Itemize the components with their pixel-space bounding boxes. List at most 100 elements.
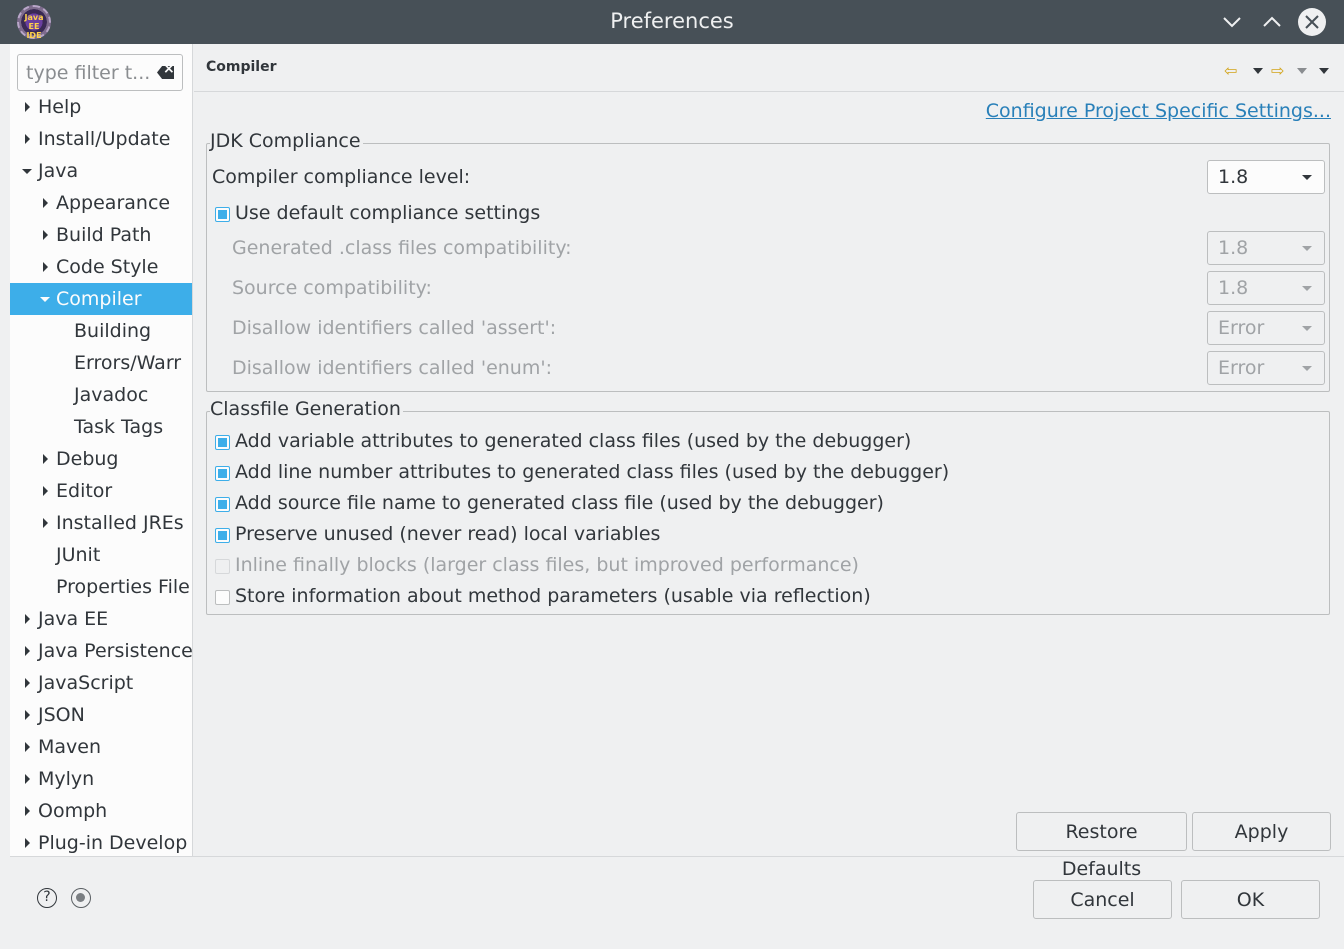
tree-item-label: Errors/Warr — [74, 352, 182, 374]
tree-item[interactable]: Mylyn — [10, 763, 192, 795]
preferences-tree: Help Install/Update Java Appearance Build Pa… — [10, 91, 193, 856]
tree-item[interactable]: Code Style — [10, 251, 192, 283]
tree-item-label: Task Tags — [74, 416, 164, 438]
view-menu-icon[interactable] — [1319, 68, 1329, 74]
classfile-option-checkbox[interactable] — [215, 435, 230, 450]
expand-arrow-right-icon[interactable] — [25, 806, 30, 816]
use-default-compliance-checkbox[interactable] — [215, 207, 230, 222]
page-header: Compiler ⇦ ⇨ — [194, 44, 1344, 92]
expand-arrow-right-icon[interactable] — [43, 230, 48, 240]
classfile-option-checkbox[interactable] — [215, 466, 230, 481]
tree-item[interactable]: Properties File — [10, 571, 192, 603]
tree-item-label: Install/Update — [38, 128, 171, 150]
compliance-level-value: 1.8 — [1218, 166, 1249, 188]
expand-arrow-right-icon[interactable] — [25, 742, 30, 752]
tree-item-label: Java EE — [38, 608, 109, 630]
clear-filter-icon[interactable] — [157, 66, 174, 79]
tree-item-label: Javadoc — [74, 384, 149, 406]
tree-item[interactable]: JSON — [10, 699, 192, 731]
compliance-level-combo[interactable]: 1.8 — [1207, 160, 1325, 194]
restore-defaults-button[interactable]: Restore Defaults — [1016, 812, 1187, 880]
tree-item[interactable]: Oomph — [10, 795, 192, 827]
tree-item[interactable]: Javadoc — [10, 379, 192, 411]
disallow-enum-combo[interactable]: Error — [1207, 351, 1325, 385]
tree-item-label: Code Style — [56, 256, 159, 278]
generated-compatibility-value: 1.8 — [1218, 237, 1249, 259]
tree-item-label: Plug-in Develop — [38, 832, 188, 854]
tree-item[interactable]: Debug — [10, 443, 192, 475]
disallow-enum-value: Error — [1218, 357, 1265, 379]
record-macro-icon[interactable] — [71, 888, 91, 908]
tree-item-label: JUnit — [56, 544, 101, 566]
expand-arrow-right-icon[interactable] — [25, 102, 30, 112]
help-icon[interactable]: ? — [37, 888, 57, 908]
expand-arrow-right-icon[interactable] — [43, 454, 48, 464]
preferences-tree-panel: Help Install/Update Java Appearance Build Pa… — [10, 44, 193, 856]
cancel-button[interactable]: Cancel — [1033, 880, 1172, 919]
configure-project-specific-link[interactable]: Configure Project Specific Settings... — [986, 100, 1331, 122]
expand-arrow-right-icon[interactable] — [43, 486, 48, 496]
tree-item[interactable]: Installed JREs — [10, 507, 192, 539]
filter-input[interactable] — [18, 55, 154, 90]
minimize-button[interactable] — [1218, 8, 1246, 36]
forward-menu-dropdown-icon[interactable] — [1297, 68, 1307, 74]
expand-arrow-right-icon[interactable] — [25, 134, 30, 144]
expand-arrow-right-icon[interactable] — [25, 614, 30, 624]
generated-compatibility-label: Generated .class files compatibility: — [232, 237, 572, 259]
tree-item-label: Java — [38, 160, 79, 182]
expand-arrow-right-icon[interactable] — [43, 198, 48, 208]
tree-item[interactable]: Errors/Warr — [10, 347, 192, 379]
maximize-button[interactable] — [1258, 8, 1286, 36]
tree-item[interactable]: Appearance — [10, 187, 192, 219]
back-menu-dropdown-icon[interactable] — [1253, 68, 1263, 74]
classfile-option-checkbox[interactable] — [215, 528, 230, 543]
expand-arrow-right-icon[interactable] — [25, 774, 30, 784]
classfile-generation-title: Classfile Generation — [210, 398, 403, 420]
generated-compatibility-combo[interactable]: 1.8 — [1207, 231, 1325, 265]
chevron-down-icon — [1302, 175, 1312, 180]
expand-arrow-right-icon[interactable] — [43, 518, 48, 528]
source-compatibility-combo[interactable]: 1.8 — [1207, 271, 1325, 305]
expand-arrow-right-icon[interactable] — [25, 678, 30, 688]
expand-arrow-right-icon[interactable] — [25, 710, 30, 720]
tree-item[interactable]: Compiler — [10, 283, 192, 315]
ok-button[interactable]: OK — [1181, 880, 1320, 919]
tree-item[interactable]: Task Tags — [10, 411, 192, 443]
classfile-option-label: Preserve unused (never read) local varia… — [235, 523, 661, 545]
classfile-option-checkbox[interactable] — [215, 590, 230, 605]
tree-item[interactable]: JavaScript — [10, 667, 192, 699]
expand-arrow-down-icon[interactable] — [22, 169, 32, 174]
close-button[interactable] — [1298, 8, 1326, 36]
tree-item-label: Help — [38, 96, 82, 118]
tree-item[interactable]: Plug-in Develop — [10, 827, 192, 856]
chevron-up-icon — [1263, 16, 1281, 27]
tree-item[interactable]: JUnit — [10, 539, 192, 571]
classfile-option-label: Add variable attributes to generated cla… — [235, 430, 912, 452]
classfile-option-checkbox — [215, 559, 230, 574]
expand-arrow-right-icon[interactable] — [25, 646, 30, 656]
filter-field[interactable] — [17, 54, 183, 91]
tree-item[interactable]: Build Path — [10, 219, 192, 251]
tree-item[interactable]: Java EE — [10, 603, 192, 635]
classfile-option-checkbox[interactable] — [215, 497, 230, 512]
tree-item[interactable]: Maven — [10, 731, 192, 763]
back-arrow-icon[interactable]: ⇦ — [1224, 61, 1237, 80]
tree-item-label: Building — [74, 320, 152, 342]
tree-item[interactable]: Java Persistence — [10, 635, 193, 667]
tree-item[interactable]: Java — [10, 155, 192, 187]
forward-arrow-icon[interactable]: ⇨ — [1271, 61, 1284, 80]
expand-arrow-right-icon[interactable] — [25, 838, 30, 848]
expand-arrow-right-icon[interactable] — [43, 262, 48, 272]
disallow-assert-combo[interactable]: Error — [1207, 311, 1325, 345]
tree-item[interactable]: Help — [10, 91, 192, 123]
tree-item-label: Maven — [38, 736, 102, 758]
tree-item[interactable]: Install/Update — [10, 123, 192, 155]
tree-item-label: Java Persistence — [38, 640, 193, 662]
tree-item[interactable]: Editor — [10, 475, 192, 507]
apply-button[interactable]: Apply — [1192, 812, 1331, 851]
tree-item-label: Mylyn — [38, 768, 95, 790]
expand-arrow-down-icon[interactable] — [40, 297, 50, 302]
chevron-down-icon — [1302, 286, 1312, 291]
tree-item[interactable]: Building — [10, 315, 192, 347]
chevron-down-icon — [1302, 246, 1312, 251]
